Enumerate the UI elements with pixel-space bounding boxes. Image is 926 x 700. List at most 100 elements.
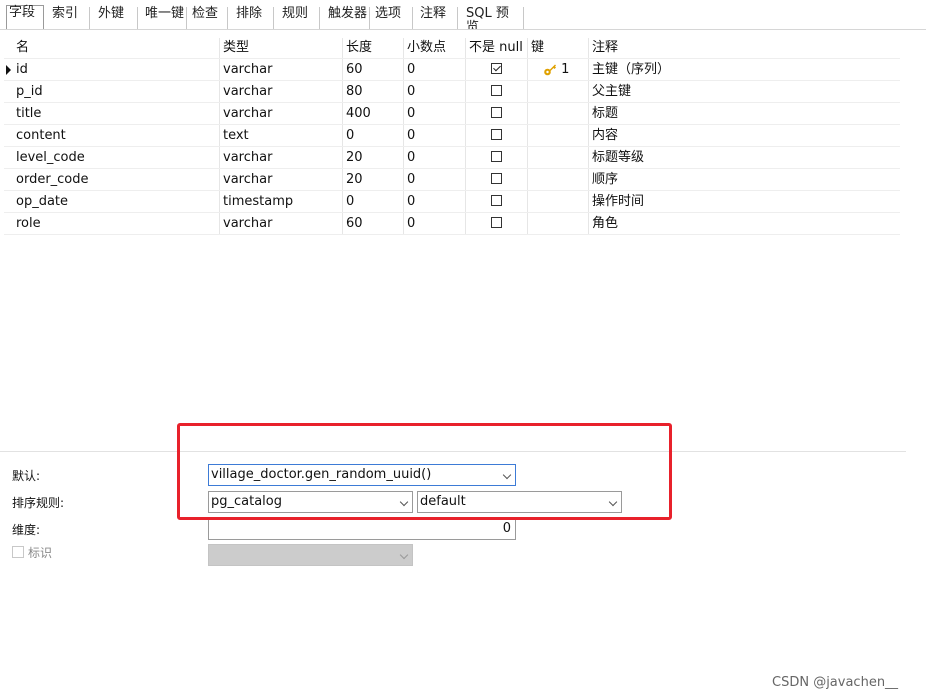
row-indicator xyxy=(4,103,13,124)
field-key[interactable] xyxy=(528,191,589,212)
field-key[interactable] xyxy=(528,81,589,102)
not-null-checkbox[interactable] xyxy=(466,213,528,234)
header-indicator xyxy=(4,38,13,58)
not-null-checkbox[interactable] xyxy=(466,191,528,212)
table-row[interactable]: op_date timestamp 0 0 操作时间 xyxy=(4,191,900,213)
row-indicator xyxy=(4,125,13,146)
field-name[interactable]: title xyxy=(13,103,220,124)
dimension-label: 维度: xyxy=(12,523,41,537)
field-key[interactable] xyxy=(528,147,589,168)
field-key[interactable] xyxy=(528,213,589,234)
not-null-checkbox[interactable] xyxy=(466,147,528,168)
tab-indexes[interactable]: 索引 xyxy=(50,7,90,29)
field-length[interactable]: 80 xyxy=(343,81,404,102)
identity-checkbox[interactable] xyxy=(12,546,24,558)
tab-options[interactable]: 选项 xyxy=(373,7,413,29)
field-name[interactable]: level_code xyxy=(13,147,220,168)
field-type[interactable]: varchar xyxy=(220,213,343,234)
tab-triggers[interactable]: 触发器 xyxy=(326,7,370,29)
field-name[interactable]: content xyxy=(13,125,220,146)
header-key[interactable]: 键 xyxy=(528,38,589,58)
field-type[interactable]: varchar xyxy=(220,169,343,190)
field-decimal[interactable]: 0 xyxy=(404,191,466,212)
field-comment[interactable]: 父主键 xyxy=(589,81,900,102)
table-row[interactable]: order_code varchar 20 0 顺序 xyxy=(4,169,900,191)
not-null-checkbox[interactable] xyxy=(466,59,528,80)
tab-rules[interactable]: 规则 xyxy=(280,7,320,29)
highlight-annotation xyxy=(177,423,672,520)
field-type[interactable]: varchar xyxy=(220,81,343,102)
field-comment[interactable]: 内容 xyxy=(589,125,900,146)
tab-unique-keys[interactable]: 唯一键 xyxy=(143,7,187,29)
field-decimal[interactable]: 0 xyxy=(404,81,466,102)
field-decimal[interactable]: 0 xyxy=(404,147,466,168)
field-comment[interactable]: 角色 xyxy=(589,213,900,234)
dimension-input[interactable]: 0 xyxy=(208,518,516,540)
header-comment[interactable]: 注释 xyxy=(589,38,900,58)
tab-checks[interactable]: 检查 xyxy=(190,7,228,29)
table-row[interactable]: role varchar 60 0 角色 xyxy=(4,213,900,235)
tab-bar-border xyxy=(0,29,926,30)
table-row[interactable]: id varchar 60 0 1 主键（序列） xyxy=(4,59,900,81)
row-pointer-icon xyxy=(4,59,13,80)
field-length[interactable]: 400 xyxy=(343,103,404,124)
chevron-down-icon xyxy=(399,550,409,560)
field-name[interactable]: role xyxy=(13,213,220,234)
table-row[interactable]: content text 0 0 内容 xyxy=(4,125,900,147)
field-name[interactable]: p_id xyxy=(13,81,220,102)
table-row[interactable]: p_id varchar 80 0 父主键 xyxy=(4,81,900,103)
field-comment[interactable]: 标题 xyxy=(589,103,900,124)
tab-bar: 字段 索引 外键 唯一键 检查 排除 规则 触发器 选项 注释 SQL 预览 xyxy=(0,0,926,30)
table-row[interactable]: title varchar 400 0 标题 xyxy=(4,103,900,125)
field-comment[interactable]: 标题等级 xyxy=(589,147,900,168)
field-length[interactable]: 0 xyxy=(343,125,404,146)
identity-label: 标识 xyxy=(28,546,53,560)
field-comment[interactable]: 顺序 xyxy=(589,169,900,190)
grid-header: 名 类型 长度 小数点 不是 null 键 注释 xyxy=(4,38,900,59)
field-length[interactable]: 20 xyxy=(343,169,404,190)
field-type[interactable]: text xyxy=(220,125,343,146)
field-name[interactable]: id xyxy=(13,59,220,80)
field-length[interactable]: 0 xyxy=(343,191,404,212)
tab-comments[interactable]: 注释 xyxy=(418,7,458,29)
field-decimal[interactable]: 0 xyxy=(404,213,466,234)
header-decimal[interactable]: 小数点 xyxy=(404,38,466,58)
watermark: CSDN @javachen__ xyxy=(772,675,899,690)
field-decimal[interactable]: 0 xyxy=(404,59,466,80)
checkbox-unchecked-icon xyxy=(491,217,502,228)
field-length[interactable]: 20 xyxy=(343,147,404,168)
field-comment[interactable]: 操作时间 xyxy=(589,191,900,212)
field-decimal[interactable]: 0 xyxy=(404,169,466,190)
field-length[interactable]: 60 xyxy=(343,59,404,80)
field-key[interactable] xyxy=(528,169,589,190)
not-null-checkbox[interactable] xyxy=(466,103,528,124)
table-row[interactable]: level_code varchar 20 0 标题等级 xyxy=(4,147,900,169)
field-decimal[interactable]: 0 xyxy=(404,125,466,146)
field-key[interactable] xyxy=(528,103,589,124)
header-length[interactable]: 长度 xyxy=(343,38,404,58)
tab-sql-preview[interactable]: SQL 预览 xyxy=(464,7,524,30)
field-type[interactable]: timestamp xyxy=(220,191,343,212)
row-indicator xyxy=(4,147,13,168)
not-null-checkbox[interactable] xyxy=(466,125,528,146)
field-type[interactable]: varchar xyxy=(220,103,343,124)
tab-foreign-keys[interactable]: 外键 xyxy=(96,7,138,29)
identity-select[interactable] xyxy=(208,544,413,566)
header-name[interactable]: 名 xyxy=(13,38,220,58)
tab-excludes[interactable]: 排除 xyxy=(234,7,274,29)
field-key[interactable]: 1 xyxy=(528,59,589,80)
field-type[interactable]: varchar xyxy=(220,59,343,80)
field-name[interactable]: op_date xyxy=(13,191,220,212)
not-null-checkbox[interactable] xyxy=(466,81,528,102)
field-decimal[interactable]: 0 xyxy=(404,103,466,124)
field-name[interactable]: order_code xyxy=(13,169,220,190)
checkbox-unchecked-icon xyxy=(491,85,502,96)
field-comment[interactable]: 主键（序列） xyxy=(589,59,900,80)
header-type[interactable]: 类型 xyxy=(220,38,343,58)
tab-fields[interactable]: 字段 xyxy=(6,5,44,30)
field-type[interactable]: varchar xyxy=(220,147,343,168)
field-length[interactable]: 60 xyxy=(343,213,404,234)
not-null-checkbox[interactable] xyxy=(466,169,528,190)
header-not-null[interactable]: 不是 null xyxy=(466,38,528,58)
field-key[interactable] xyxy=(528,125,589,146)
